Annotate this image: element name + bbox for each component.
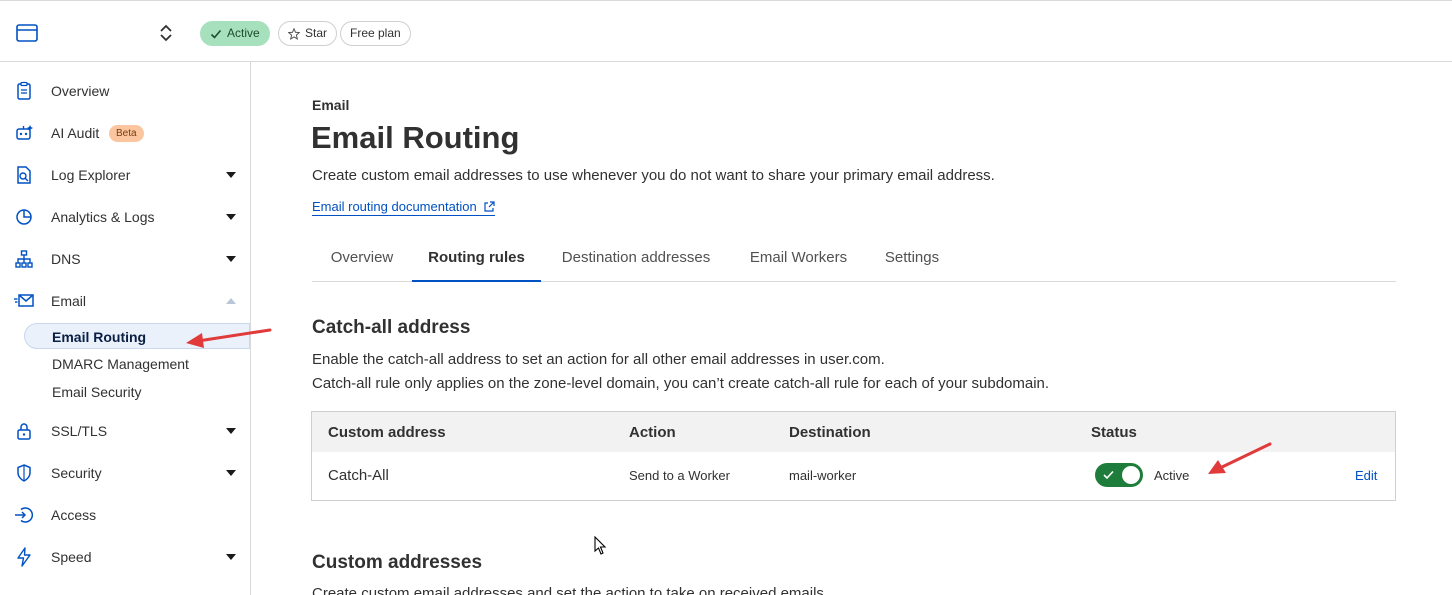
login-icon [15,507,34,523]
edit-catchall-link[interactable]: Edit [1355,468,1377,483]
star-button[interactable]: Star [278,21,338,46]
catchall-description-1: Enable the catch-all address to set an a… [312,351,885,368]
sidebar-item-overview[interactable]: Overview [0,76,250,106]
sidebar-item-label: DNS [51,251,81,267]
top-bar: Active Star Free plan [0,0,1452,62]
table-row: Catch-All Send to a Worker mail-worker A… [312,452,1395,500]
active-badge-label: Active [227,26,260,40]
sidebar-subitem-email-security[interactable]: Email Security [24,379,141,405]
document-search-icon [17,166,31,184]
column-header-custom-address: Custom address [328,424,446,441]
lightning-icon [17,547,31,567]
column-header-destination: Destination [789,424,871,441]
sidebar-item-security[interactable]: Security [0,458,250,488]
custom-addresses-description: Create custom email addresses and set th… [312,585,829,595]
sidebar-item-dns[interactable]: DNS [0,244,250,274]
caret-down-icon [226,554,236,560]
documentation-link[interactable]: Email routing documentation [312,199,495,216]
toggle-knob [1122,466,1140,484]
caret-down-icon [226,428,236,434]
documentation-link-label: Email routing documentation [312,199,477,214]
sidebar-item-analytics-logs[interactable]: Analytics & Logs [0,202,250,232]
check-icon [1103,470,1114,480]
tab-settings[interactable]: Settings [866,240,958,282]
sidebar-item-label: Email [51,293,87,309]
sidebar-item-label: Overview [51,83,110,99]
star-icon [288,27,300,40]
sidebar-subitem-dmarc-management[interactable]: DMARC Management [24,351,189,377]
pie-chart-icon [16,209,32,225]
check-icon [210,29,222,39]
beta-badge: Beta [109,125,144,142]
sidebar-item-ssl-tls[interactable]: SSL/TLS [0,416,250,446]
page-subtitle: Create custom email addresses to use whe… [312,167,995,184]
catchall-table: Custom address Action Destination Status… [311,411,1396,501]
destination-cell: mail-worker [789,468,857,483]
sidebar-item-speed[interactable]: Speed [0,542,250,572]
network-icon [15,250,33,268]
column-header-status: Status [1091,424,1137,441]
tab-destination-addresses[interactable]: Destination addresses [541,240,731,282]
sidebar: Overview AI Audit Beta Log Explorer Anal… [0,62,251,595]
caret-down-icon [226,470,236,476]
sidebar-item-label: AI Audit [51,125,100,141]
custom-addresses-section-title: Custom addresses [312,552,483,573]
column-header-action: Action [629,424,676,441]
status-label: Active [1154,468,1190,483]
sidebar-item-email[interactable]: Email [0,286,250,316]
clipboard-icon [17,81,31,100]
action-cell: Send to a Worker [629,468,730,483]
tab-overview[interactable]: Overview [312,240,412,282]
page-title: Email Routing [311,120,520,155]
sidebar-item-label: Analytics & Logs [51,209,155,225]
table-header: Custom address Action Destination Status [312,412,1395,452]
catchall-section-title: Catch-all address [312,317,471,338]
custom-address-cell: Catch-All [328,467,389,484]
tab-routing-rules[interactable]: Routing rules [412,240,541,282]
sidebar-item-label: Access [51,507,97,523]
tab-email-workers[interactable]: Email Workers [731,240,866,282]
shield-icon [17,464,31,482]
mouse-cursor-icon [594,536,607,555]
sidebar-item-label: Security [51,465,102,481]
sidebar-item-label: Speed [51,549,92,565]
section-eyebrow: Email [312,97,350,113]
catchall-description-2: Catch-all rule only applies on the zone-… [312,375,1050,392]
main-content: Email Email Routing Create custom email … [251,62,1452,595]
plan-badge[interactable]: Free plan [340,21,411,46]
chevron-up-down-icon[interactable] [157,23,175,43]
sidebar-item-label: Log Explorer [51,167,131,183]
caret-down-icon [226,256,236,262]
caret-down-icon [226,214,236,220]
sidebar-item-label: SSL/TLS [51,423,108,439]
sidebar-subitem-email-routing[interactable]: Email Routing [24,323,250,349]
caret-up-icon [226,298,236,304]
catchall-status-toggle[interactable] [1095,463,1143,487]
envelope-icon [14,294,34,307]
tab-bar: Overview Routing rules Destination addre… [312,240,1396,282]
star-label: Star [305,26,328,40]
external-link-icon [484,200,495,212]
active-status-badge: Active [200,21,270,46]
sidebar-item-access[interactable]: Access [0,500,250,530]
lock-icon [17,423,31,440]
robot-icon [16,125,33,140]
sidebar-item-log-explorer[interactable]: Log Explorer [0,160,250,190]
sidebar-item-ai-audit[interactable]: AI Audit Beta [0,118,250,148]
caret-down-icon [226,172,236,178]
plan-label: Free plan [350,26,401,40]
browser-window-icon[interactable] [16,23,38,43]
